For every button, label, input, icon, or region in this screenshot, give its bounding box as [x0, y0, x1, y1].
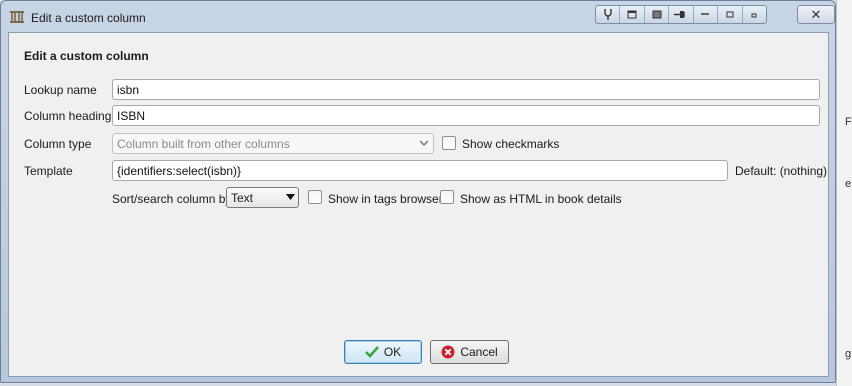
- template-label: Template: [24, 164, 73, 178]
- show-as-html-label: Show as HTML in book details: [460, 192, 622, 206]
- shade-icon[interactable]: [645, 6, 670, 23]
- lookup-name-input[interactable]: isbn: [112, 79, 820, 100]
- close-icon: ✕: [810, 6, 822, 22]
- cancel-icon: [441, 345, 455, 359]
- background-text: e: [845, 178, 852, 190]
- cancel-button[interactable]: Cancel: [430, 340, 509, 364]
- column-type-value: Column built from other columns: [117, 137, 290, 151]
- window-title: Edit a custom column: [31, 11, 146, 25]
- show-in-tags-browser-label: Show in tags browser: [328, 192, 443, 206]
- background-text: F: [845, 116, 852, 128]
- title-toolbar: [595, 5, 767, 24]
- sort-search-select[interactable]: Text: [226, 187, 299, 208]
- template-input[interactable]: {identifiers:select(isbn)}: [112, 160, 728, 181]
- chevron-down-icon: [419, 140, 429, 147]
- minimize-icon[interactable]: [694, 6, 719, 23]
- show-checkmarks-checkbox[interactable]: [442, 136, 456, 150]
- cancel-button-label: Cancel: [460, 345, 498, 359]
- calibre-library-icon: [10, 11, 24, 23]
- maximize-icon[interactable]: [718, 6, 743, 23]
- show-as-html-checkbox[interactable]: [440, 190, 454, 204]
- background-text: g: [845, 348, 852, 360]
- dialog-heading: Edit a custom column: [24, 49, 149, 63]
- checkmark-icon: [364, 346, 379, 358]
- dialog-body: Edit a custom column Lookup name isbn Co…: [8, 32, 829, 377]
- background-window-edge: [836, 0, 852, 386]
- sort-search-value: Text: [231, 191, 254, 205]
- show-checkmarks-label: Show checkmarks: [462, 137, 560, 151]
- title-bar[interactable]: Edit a custom column ✕: [1, 1, 835, 33]
- dialog-window: Edit a custom column ✕ Edit a custom col…: [0, 0, 836, 383]
- column-heading-input[interactable]: ISBN: [112, 105, 820, 126]
- chevron-down-icon: [286, 194, 295, 200]
- ok-button-label: OK: [383, 345, 402, 359]
- close-button[interactable]: ✕: [797, 5, 835, 24]
- column-type-label: Column type: [24, 137, 92, 151]
- sort-search-label: Sort/search column by: [112, 192, 232, 206]
- lookup-name-label: Lookup name: [24, 83, 97, 97]
- column-heading-label: Column heading: [24, 109, 112, 123]
- template-default-note: Default: (nothing): [735, 164, 828, 178]
- pushpin-icon[interactable]: [669, 6, 694, 23]
- ok-button[interactable]: OK: [344, 340, 422, 364]
- small-icon[interactable]: [743, 6, 766, 23]
- show-in-tags-browser-checkbox[interactable]: [308, 190, 322, 204]
- restore-icon[interactable]: [620, 6, 645, 23]
- column-type-select[interactable]: Column built from other columns: [112, 133, 434, 154]
- pin-icon[interactable]: [596, 6, 621, 23]
